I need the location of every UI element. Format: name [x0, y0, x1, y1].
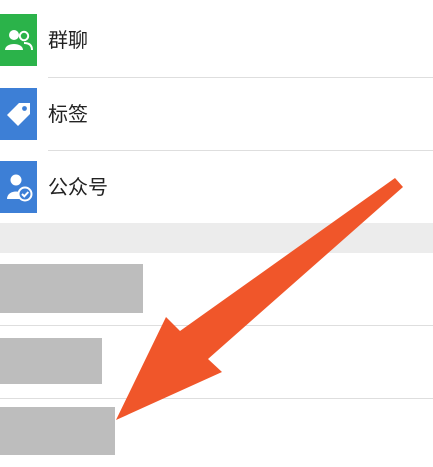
menu-item-tags[interactable]: 标签 — [0, 78, 433, 150]
section-gap — [0, 223, 433, 253]
menu-item-group-chat[interactable]: 群聊 — [0, 4, 433, 76]
menu-item-label: 群聊 — [48, 28, 88, 52]
contact-row-redacted[interactable] — [0, 253, 433, 325]
official-account-icon — [0, 161, 37, 213]
menu-item-official-accounts[interactable]: 公众号 — [0, 151, 433, 223]
group-chat-icon — [0, 14, 37, 66]
redacted-block — [0, 407, 115, 455]
redacted-block — [0, 264, 143, 313]
menu-item-label: 标签 — [48, 102, 88, 126]
contact-row-redacted[interactable] — [0, 399, 433, 467]
contact-row-redacted[interactable] — [0, 326, 433, 398]
contacts-screen: 群聊 标签 公众号 — [0, 0, 433, 467]
menu-item-label: 公众号 — [48, 175, 108, 199]
redacted-block — [0, 338, 102, 384]
tag-icon — [0, 88, 37, 140]
